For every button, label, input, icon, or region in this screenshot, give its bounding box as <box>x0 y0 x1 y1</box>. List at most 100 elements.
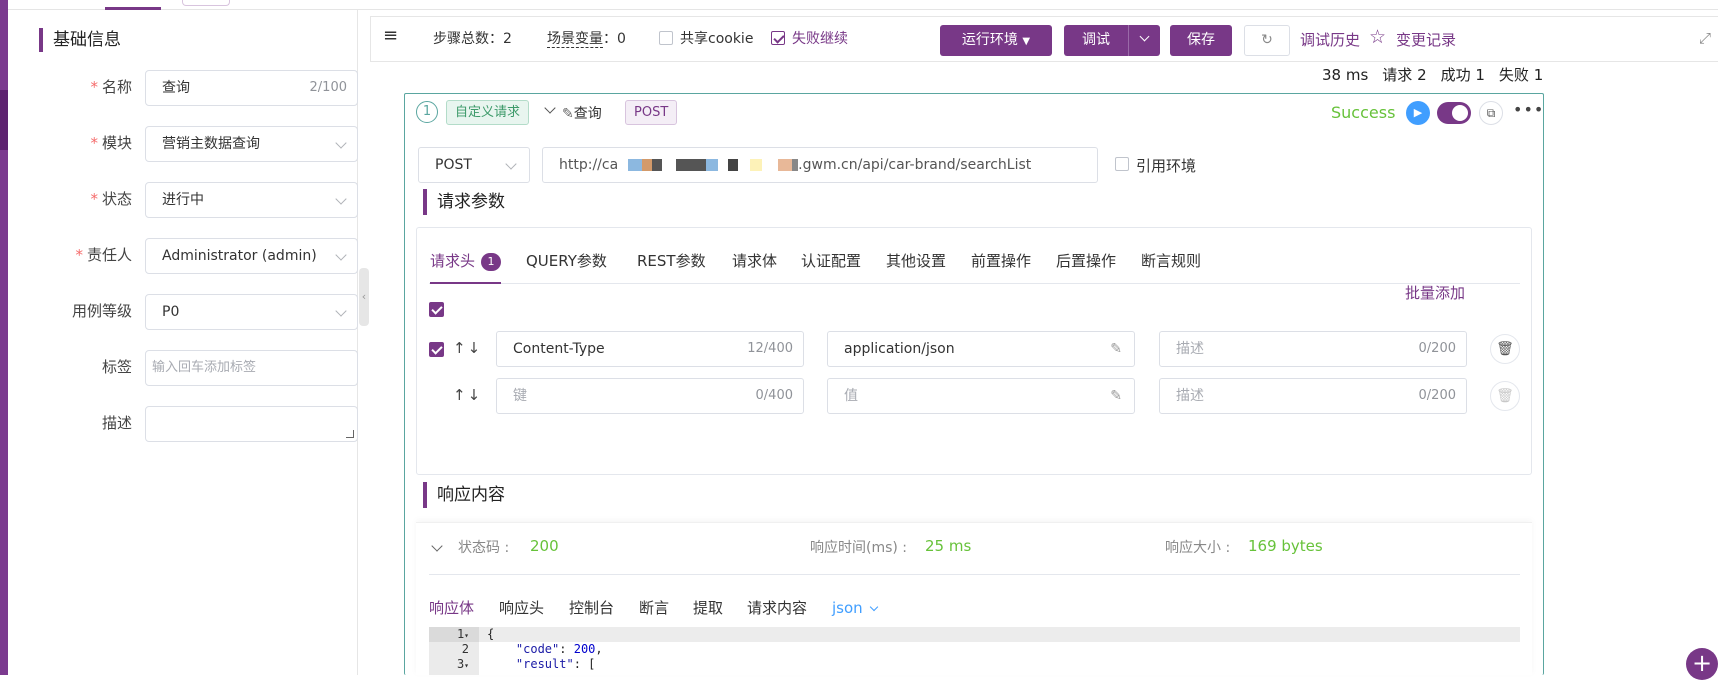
step-number: 1 <box>416 101 438 123</box>
debug-dropdown-button[interactable] <box>1128 25 1160 56</box>
header-key-input[interactable]: Content-Type 12/400 <box>496 331 804 367</box>
debug-button[interactable]: 调试 <box>1064 25 1128 56</box>
module-select[interactable]: 营销主数据查询 <box>145 126 358 162</box>
module-label: * 模块 <box>90 134 132 152</box>
stats-requests: 请求 2 <box>1382 66 1427 84</box>
chevron-down-icon[interactable] <box>431 540 443 552</box>
header-row-checkbox[interactable] <box>429 342 444 357</box>
chevron-down-icon <box>870 602 879 612</box>
tags-label: 标签 <box>101 358 132 376</box>
response-time-label: 响应时间(ms) : <box>810 540 908 556</box>
response-size-value: 169 bytes <box>1248 537 1323 555</box>
code-line: "code": 200, <box>515 642 603 656</box>
share-cookie-checkbox[interactable] <box>659 31 673 45</box>
step-total: 步骤总数：2 <box>433 31 512 47</box>
resp-tab-request[interactable]: 请求内容 <box>747 597 807 619</box>
level-select[interactable]: P0 <box>145 294 358 330</box>
scenario-toolbar: ≡ 步骤总数：2 场景变量：0 共享cookie 失败继续 运行环境 ▼ 调试 … <box>370 16 1718 62</box>
select-all-checkbox[interactable] <box>429 302 444 317</box>
tab-other[interactable]: 其他设置 <box>886 250 946 272</box>
scenario-variables[interactable]: 场景变量：0 <box>547 29 626 49</box>
active-line <box>479 627 1520 642</box>
header-desc-input[interactable]: 描述 0/200 <box>1159 331 1467 367</box>
move-arrows-icon[interactable]: ↑↓ <box>453 339 482 357</box>
divider <box>429 574 1520 575</box>
debug-history-link[interactable]: 调试历史 <box>1300 30 1360 50</box>
resp-tab-extract[interactable]: 提取 <box>693 597 723 619</box>
caret-down-icon: ▼ <box>1022 36 1031 47</box>
code-line: "result": [ <box>515 657 596 671</box>
add-step-button[interactable]: + <box>1686 648 1718 680</box>
url-input[interactable]: http://ca .gwm.cn/api/car-brand/searchLis… <box>542 147 1098 183</box>
fail-continue-checkbox[interactable] <box>771 31 785 45</box>
delete-icon[interactable]: 🗑 <box>1490 381 1520 411</box>
response-code-editor[interactable]: 1▾ 2 3▾ { "code": 200, "result": [ <box>429 627 1520 675</box>
run-env-button[interactable]: 运行环境 ▼ <box>940 25 1052 56</box>
stats-time: 38 ms <box>1322 66 1369 84</box>
owner-label: * 责任人 <box>75 246 132 264</box>
move-arrows-icon[interactable]: ↑↓ <box>453 386 482 404</box>
resp-tab-body[interactable]: 响应体 <box>429 597 475 631</box>
tab-query[interactable]: QUERY参数 <box>526 250 607 272</box>
header-key-input[interactable]: 键 0/400 <box>496 378 804 414</box>
status-select[interactable]: 进行中 <box>145 182 358 218</box>
ref-env-label: 引用环境 <box>1136 157 1197 175</box>
method-select[interactable]: POST <box>418 147 530 183</box>
menu-icon[interactable]: ≡ <box>383 26 398 46</box>
tab-post[interactable]: 后置操作 <box>1056 250 1116 272</box>
status-label: * 状态 <box>90 190 132 208</box>
owner-select[interactable]: Administrator (admin) <box>145 238 358 274</box>
tab-assert[interactable]: 断言规则 <box>1141 250 1201 272</box>
save-button[interactable]: 保存 <box>1170 25 1232 56</box>
headers-count-badge: 1 <box>481 253 502 271</box>
name-input[interactable]: 查询 2/100 <box>145 70 358 106</box>
step-name[interactable]: ✎查询 <box>562 103 602 123</box>
resize-grip-icon[interactable] <box>346 430 354 438</box>
resp-tab-assert[interactable]: 断言 <box>639 597 669 619</box>
delete-icon[interactable]: 🗑 <box>1490 334 1520 364</box>
format-select[interactable]: json <box>832 597 879 619</box>
tab-pre[interactable]: 前置操作 <box>971 250 1031 272</box>
tab-rest[interactable]: REST参数 <box>637 250 706 272</box>
header-value-input[interactable]: 值 ✎ <box>827 378 1135 414</box>
edit-icon[interactable]: ✎ <box>1110 379 1122 413</box>
star-icon[interactable]: ☆ <box>1369 27 1386 47</box>
basic-info-title: 基础信息 <box>39 28 121 52</box>
panel-collapse-handle[interactable]: ‹ <box>359 268 369 326</box>
change-log-link[interactable]: 变更记录 <box>1396 30 1456 50</box>
copy-icon[interactable]: ⧉ <box>1479 101 1503 125</box>
edit-icon[interactable]: ✎ <box>1110 332 1122 366</box>
response-time-value: 25 ms <box>925 537 972 555</box>
line-number: 2 <box>461 642 469 656</box>
header-value-input[interactable]: application/json ✎ <box>827 331 1135 367</box>
edit-icon: ✎ <box>562 106 574 122</box>
tab-body[interactable]: 请求体 <box>732 250 777 272</box>
header-desc-input[interactable]: 描述 0/200 <box>1159 378 1467 414</box>
chevron-down-icon <box>505 158 517 170</box>
name-label: * 名称 <box>90 78 132 96</box>
stats-fail: 失败 1 <box>1498 66 1544 84</box>
response-title: 响应内容 <box>423 482 505 508</box>
status-code-label: 状态码 : <box>458 540 510 556</box>
tags-input[interactable]: 输入回车添加标签 <box>145 350 358 386</box>
chevron-down-icon <box>335 249 347 261</box>
more-icon[interactable]: ••• <box>1513 100 1544 119</box>
refresh-button[interactable]: ↻ <box>1244 25 1290 56</box>
resp-tab-headers[interactable]: 响应头 <box>499 597 544 619</box>
edge-notch <box>0 90 8 150</box>
resp-tab-console[interactable]: 控制台 <box>569 597 614 619</box>
batch-add-link[interactable]: 批量添加 <box>1405 282 1465 303</box>
method-tag: POST <box>625 100 678 125</box>
share-cookie-label: 共享cookie <box>680 31 754 47</box>
fullscreen-icon[interactable]: ⤢ <box>1699 28 1711 48</box>
run-step-icon[interactable]: ▶ <box>1406 101 1430 125</box>
ref-env-checkbox[interactable] <box>1115 157 1129 171</box>
step-type-tag: 自定义请求 <box>446 100 530 125</box>
desc-label: 描述 <box>101 414 132 432</box>
step-enable-toggle[interactable] <box>1437 102 1471 124</box>
tab-auth[interactable]: 认证配置 <box>801 250 861 272</box>
top-tab[interactable] <box>182 0 230 6</box>
desc-textarea[interactable] <box>145 406 358 442</box>
tab-headers[interactable]: 请求头 1 <box>430 250 502 284</box>
basic-info-panel: 基础信息 * 名称 查询 2/100 * 模块 营销主数据查询 * 状态 进行中 * 责任… <box>22 10 358 675</box>
